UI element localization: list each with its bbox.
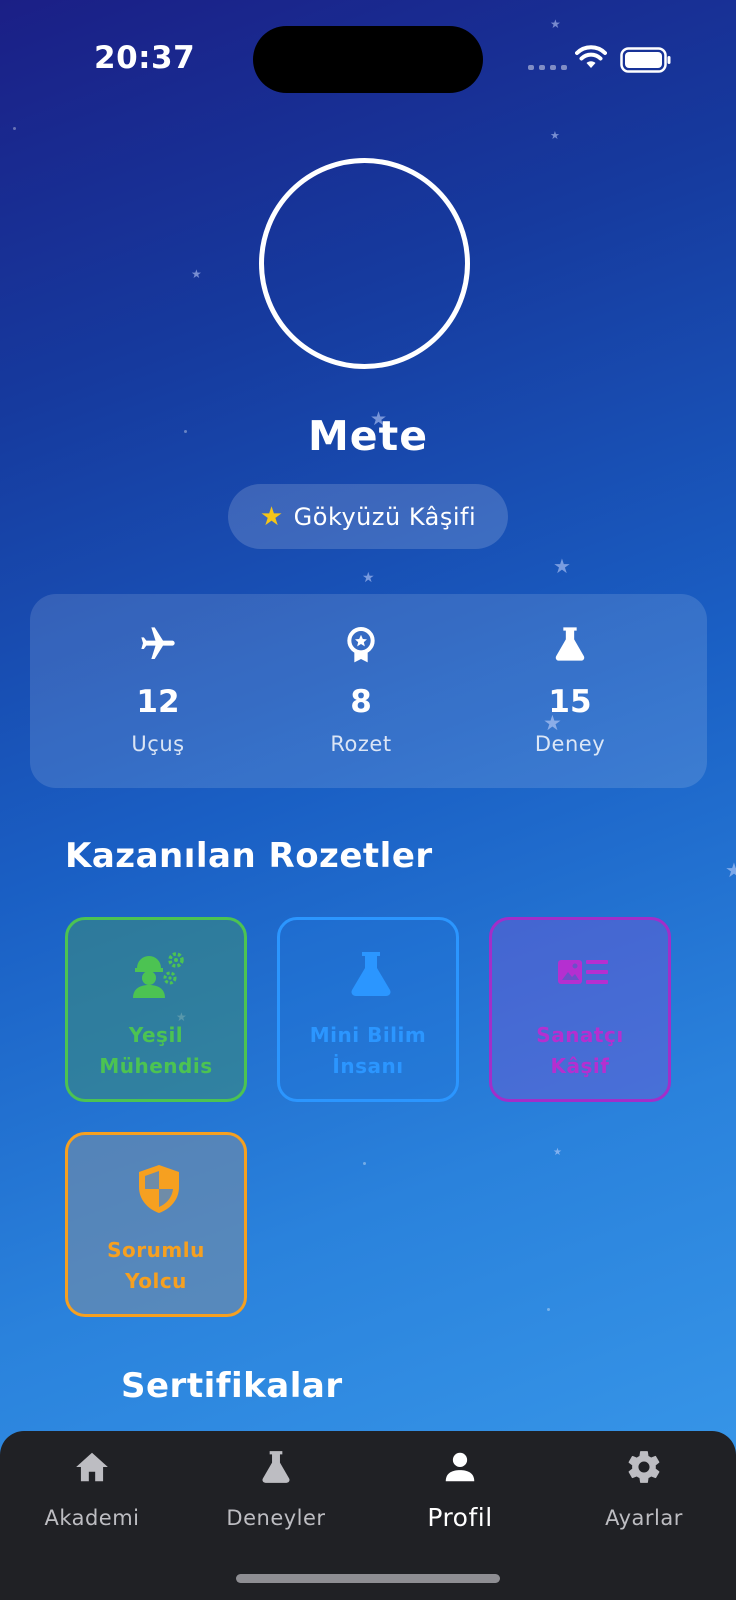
tab-deneyler[interactable]: Deneyler [184, 1431, 368, 1541]
decorative-star-icon: ★ [191, 267, 202, 281]
home-indicator[interactable] [236, 1574, 500, 1583]
airplane-icon [141, 627, 175, 659]
stat-flights: 12 Uçuş [58, 594, 258, 788]
user-name: Mete [307, 412, 428, 460]
tab-ayarlar[interactable]: Ayarlar [552, 1431, 736, 1541]
badge-label: Mini Bilim İnsanı [309, 1023, 427, 1078]
avatar[interactable] [259, 158, 470, 369]
battery-icon [620, 47, 671, 73]
stats-card: 12 Uçuş 8 Rozet 15 Deney [30, 594, 707, 788]
tab-label: Ayarlar [605, 1506, 683, 1530]
status-time: 20:37 [94, 40, 196, 76]
home-icon [76, 1452, 108, 1482]
stat-label: Deney [534, 732, 606, 756]
cellular-signal-icon [528, 65, 567, 70]
badges-section-title: Kazanılan Rozetler [65, 836, 433, 876]
award-medal-icon [347, 627, 375, 663]
tab-label: Profil [427, 1503, 493, 1532]
flask-icon [351, 952, 391, 996]
tab-label: Deneyler [226, 1506, 326, 1530]
person-icon [445, 1452, 475, 1482]
decorative-dot [547, 1308, 550, 1311]
stat-value: 12 [136, 684, 180, 720]
engineer-icon [133, 952, 184, 998]
badge-mini-bilim-insani[interactable]: Mini Bilim İnsanı [277, 917, 459, 1102]
tab-label: Akademi [44, 1506, 140, 1530]
stat-value: 15 [548, 684, 592, 720]
decorative-star-icon: ★ [553, 1147, 562, 1158]
star-icon: ★ [259, 501, 284, 532]
badge-label: Sorumlu Yolcu [107, 1238, 205, 1293]
badge-label: Yeşil Mühendis [99, 1023, 213, 1078]
wifi-icon [575, 45, 607, 68]
badge-yesil-muhendis[interactable]: Yeşil Mühendis [65, 917, 247, 1102]
decorative-star-icon: ★ [553, 554, 571, 578]
certificates-section-title: Sertifikalar [121, 1366, 343, 1406]
rank-title: Gökyüzü Kâşifi [293, 502, 477, 531]
flask-icon [262, 1451, 290, 1483]
decorative-dot [13, 127, 16, 130]
decorative-star-icon: ★ [550, 17, 561, 31]
profile-screen: ★ ★ ★ ★ ★ ★ ★ ★ ★ ★ 20:37 Mete ★ Gökyüzü… [0, 0, 736, 1600]
shield-icon [139, 1165, 179, 1213]
dynamic-island [253, 26, 483, 93]
decorative-dot [363, 1162, 366, 1165]
decorative-star-icon: ★ [725, 858, 736, 882]
stat-label: Rozet [330, 732, 392, 756]
art-gallery-icon [558, 960, 608, 984]
stat-value: 8 [350, 684, 372, 720]
gear-icon [628, 1451, 660, 1483]
flask-icon [555, 627, 585, 661]
stat-experiments: 15 Deney [470, 594, 670, 788]
rank-badge: ★ Gökyüzü Kâşifi [228, 484, 508, 549]
tab-akademi[interactable]: Akademi [0, 1431, 184, 1541]
tab-profil[interactable]: Profil [368, 1431, 552, 1541]
badge-sanatci-kasif[interactable]: Sanatçı Kâşif [489, 917, 671, 1102]
decorative-star-icon: ★ [550, 129, 560, 142]
decorative-star-icon: ★ [362, 570, 375, 586]
badge-label: Sanatçı Kâşif [536, 1023, 624, 1078]
stat-label: Uçuş [131, 732, 185, 756]
badge-sorumlu-yolcu[interactable]: Sorumlu Yolcu [65, 1132, 247, 1317]
stat-badges: 8 Rozet [261, 594, 461, 788]
